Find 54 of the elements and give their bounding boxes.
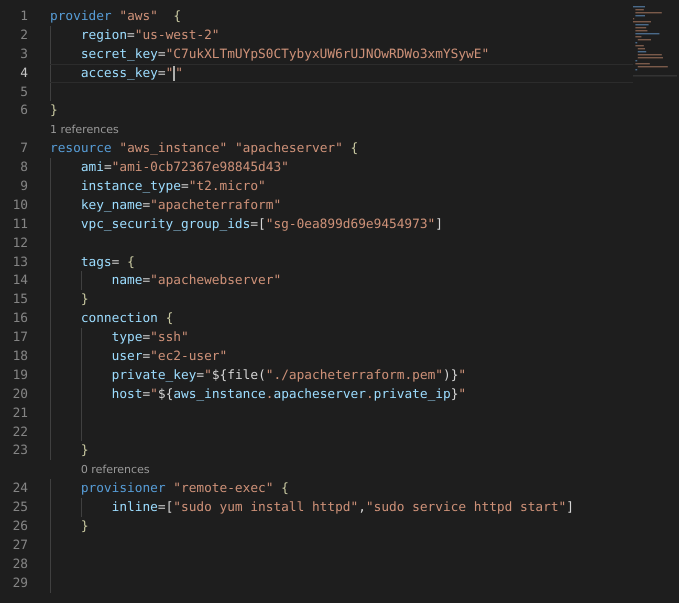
line-number: 10 xyxy=(12,198,28,213)
code-line: } xyxy=(80,443,89,458)
line-number: 2 xyxy=(19,28,28,43)
line-number: 16 xyxy=(12,311,28,326)
line-number: 28 xyxy=(12,556,28,572)
line-number: 6 xyxy=(19,103,28,118)
code-line: } xyxy=(80,292,89,308)
code-line: host="${aws_instance.apacheserver.private_ip}" xyxy=(112,386,466,402)
code-line: access_key="" xyxy=(80,66,184,81)
line-number: 13 xyxy=(12,254,28,270)
line-number: 22 xyxy=(12,424,28,440)
line-number: 17 xyxy=(12,330,28,346)
line-number: 15 xyxy=(12,292,28,308)
code-line: user="ec2-user" xyxy=(112,348,228,364)
line-number: 27 xyxy=(12,538,28,553)
code-line: provider "aws" { xyxy=(50,8,182,24)
code-line: secret_key="C7ukXLTmUYpS0CTybyxUW6rUJNOwRDWo3xmYSywE" xyxy=(80,46,490,62)
line-number: 3 xyxy=(19,46,28,62)
code-line: region="us-west-2" xyxy=(80,28,220,43)
line-number: 14 xyxy=(12,273,28,288)
code-line: vpc_security_group_ids=["sg-0ea899d69e9454973"] xyxy=(80,216,443,232)
code-line: provisioner "remote-exec" { xyxy=(80,481,289,496)
code-line: resource "aws_instance" "apacheserver" { xyxy=(50,141,358,156)
line-number: 11 xyxy=(12,216,28,232)
line-number: 19 xyxy=(12,368,28,383)
line-number: 25 xyxy=(12,500,28,516)
line-number: 4 xyxy=(19,66,28,81)
line-number: 24 xyxy=(12,481,28,496)
line-number: 7 xyxy=(19,141,28,156)
minimap-drawing[interactable] xyxy=(633,6,677,78)
line-number: 1 xyxy=(19,8,28,24)
line-number: 8 xyxy=(19,160,28,176)
code-line: key_name="apacheterraform" xyxy=(80,198,282,213)
code-line: type="ssh" xyxy=(112,330,189,346)
code-line: private_key="${file("./apacheterraform.pem")}" xyxy=(112,368,466,383)
code-line: instance_type="t2.micro" xyxy=(80,178,266,194)
line-number: 21 xyxy=(12,406,28,421)
code-line: } xyxy=(50,103,58,118)
references-codelens[interactable]: 1 references xyxy=(50,123,119,136)
references-codelens[interactable]: 0 references xyxy=(80,463,150,476)
code-line: connection { xyxy=(80,311,174,326)
line-number: 23 xyxy=(12,443,28,458)
line-number: 12 xyxy=(12,236,28,251)
line-number: 20 xyxy=(12,386,28,402)
line-number: 5 xyxy=(19,84,28,100)
line-number: 26 xyxy=(12,518,28,534)
code-line: inline=["sudo yum install httpd","sudo service httpd start"] xyxy=(112,500,574,516)
line-number: 18 xyxy=(12,348,28,364)
line-number: 29 xyxy=(12,576,28,591)
code-line: ami="ami-0cb72367e98845d43" xyxy=(80,160,289,176)
code-line: tags= { xyxy=(80,254,135,270)
code-line: } xyxy=(80,518,89,534)
code-line: name="apachewebserver" xyxy=(112,273,282,288)
line-number: 9 xyxy=(19,178,28,194)
